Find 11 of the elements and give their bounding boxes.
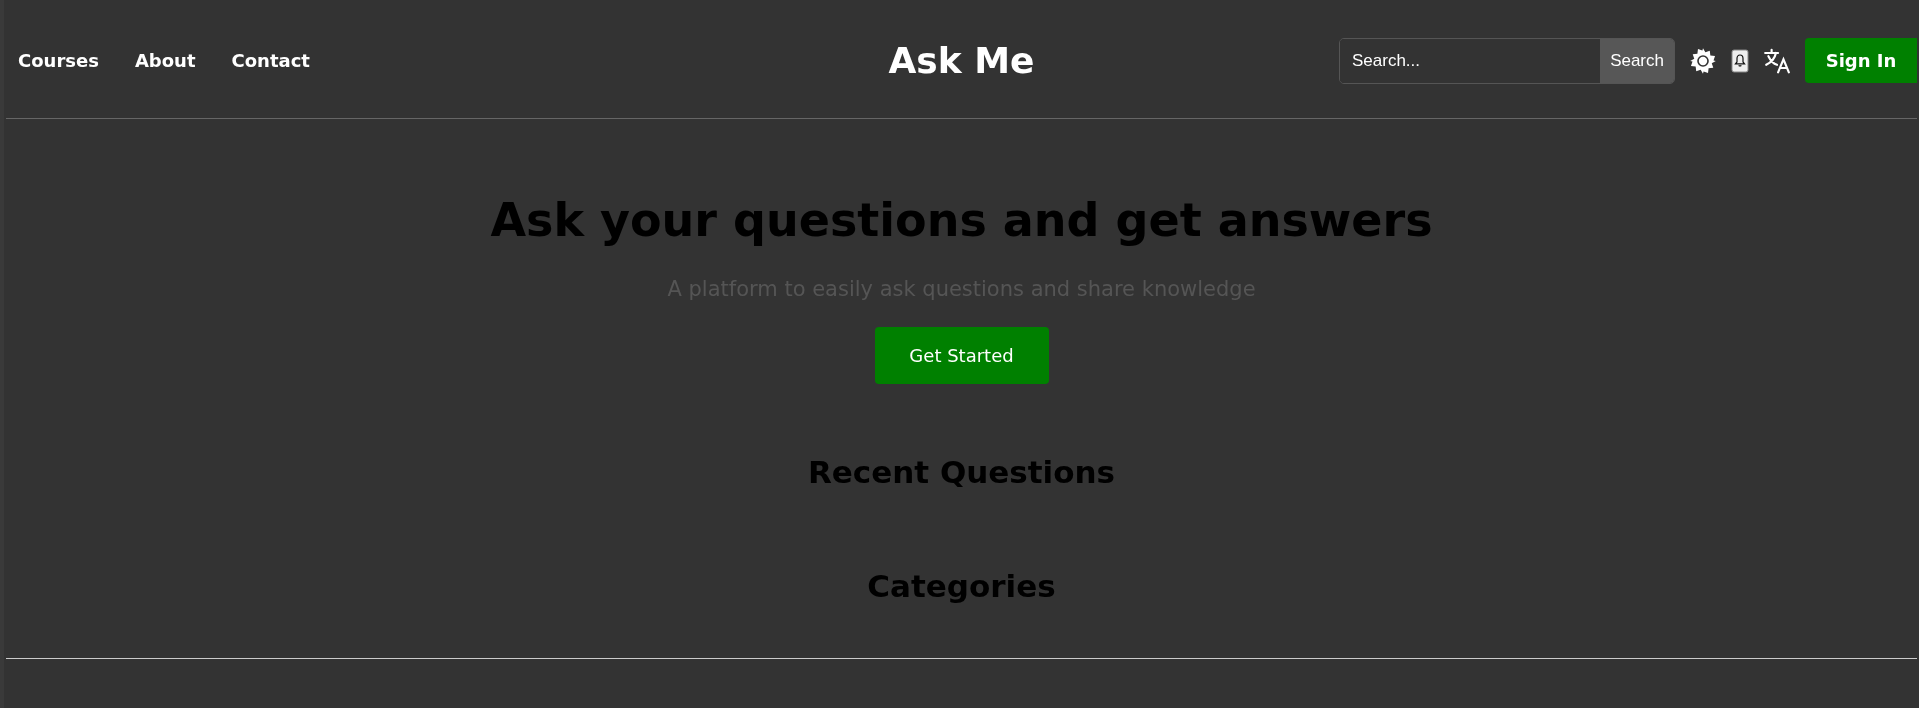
sign-in-button[interactable]: Sign In: [1805, 38, 1917, 83]
translate-icon[interactable]: [1763, 47, 1791, 74]
get-started-button[interactable]: Get Started: [874, 327, 1049, 384]
nav-link[interactable]: Courses: [18, 50, 99, 71]
nav-link[interactable]: About: [134, 50, 196, 71]
nav-link[interactable]: Contact: [231, 50, 310, 71]
site-title: Ask Me: [888, 40, 1035, 81]
search-button[interactable]: Search: [1600, 38, 1674, 83]
bell-icon[interactable]: [1731, 48, 1749, 73]
search-field[interactable]: Search... Search: [1339, 37, 1675, 84]
sun-icon[interactable]: [1689, 46, 1717, 75]
